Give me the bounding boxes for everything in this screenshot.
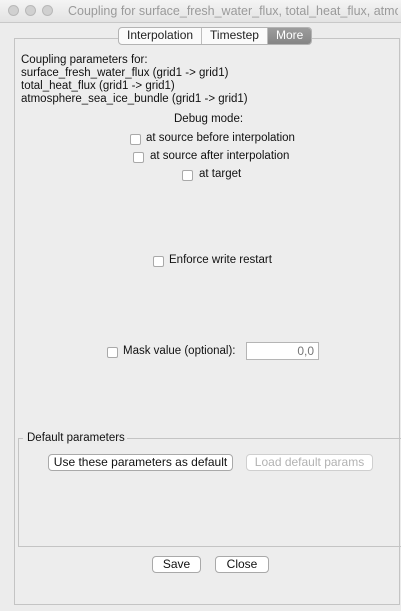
window-title: Coupling for surface_fresh_water_flux, t… <box>68 4 398 18</box>
mask-value-field[interactable]: 0,0 <box>246 342 319 360</box>
enforce-write-restart-label: Enforce write restart <box>169 254 272 266</box>
tab-more[interactable]: More <box>267 28 312 44</box>
coupling-line: total_heat_flux (grid1 -> grid1) <box>21 80 175 92</box>
debug-before-interpolation-checkbox[interactable] <box>130 134 141 145</box>
tab-bar: Interpolation Timestep More <box>118 27 313 45</box>
use-as-default-button[interactable]: Use these parameters as default <box>48 454 233 471</box>
title-bar: Coupling for surface_fresh_water_flux, t… <box>0 0 401 23</box>
zoom-window-icon[interactable] <box>42 5 53 16</box>
coupling-heading: Coupling parameters for: <box>21 54 148 66</box>
close-window-icon[interactable] <box>8 5 19 16</box>
window-controls <box>8 5 53 16</box>
close-button[interactable]: Close <box>215 556 269 573</box>
load-default-params-button[interactable]: Load default params <box>246 454 373 471</box>
tab-timestep[interactable]: Timestep <box>202 28 268 44</box>
debug-before-interpolation-label: at source before interpolation <box>146 132 295 144</box>
save-button[interactable]: Save <box>152 556 201 573</box>
coupling-line: surface_fresh_water_flux (grid1 -> grid1… <box>21 67 229 79</box>
tab-interpolation[interactable]: Interpolation <box>119 28 203 44</box>
mask-value-checkbox[interactable] <box>107 347 118 358</box>
debug-at-target-checkbox[interactable] <box>182 170 193 181</box>
minimize-window-icon[interactable] <box>25 5 36 16</box>
debug-mode-title: Debug mode: <box>174 113 244 125</box>
debug-after-interpolation-checkbox[interactable] <box>133 152 144 163</box>
coupling-line: atmosphere_sea_ice_bundle (grid1 -> grid… <box>21 93 248 105</box>
debug-after-interpolation-label: at source after interpolation <box>150 150 290 162</box>
mask-value-label: Mask value (optional): <box>123 345 236 357</box>
enforce-write-restart-checkbox[interactable] <box>153 256 164 267</box>
debug-at-target-label: at target <box>199 168 242 180</box>
default-parameters-label: Default parameters <box>25 432 127 444</box>
